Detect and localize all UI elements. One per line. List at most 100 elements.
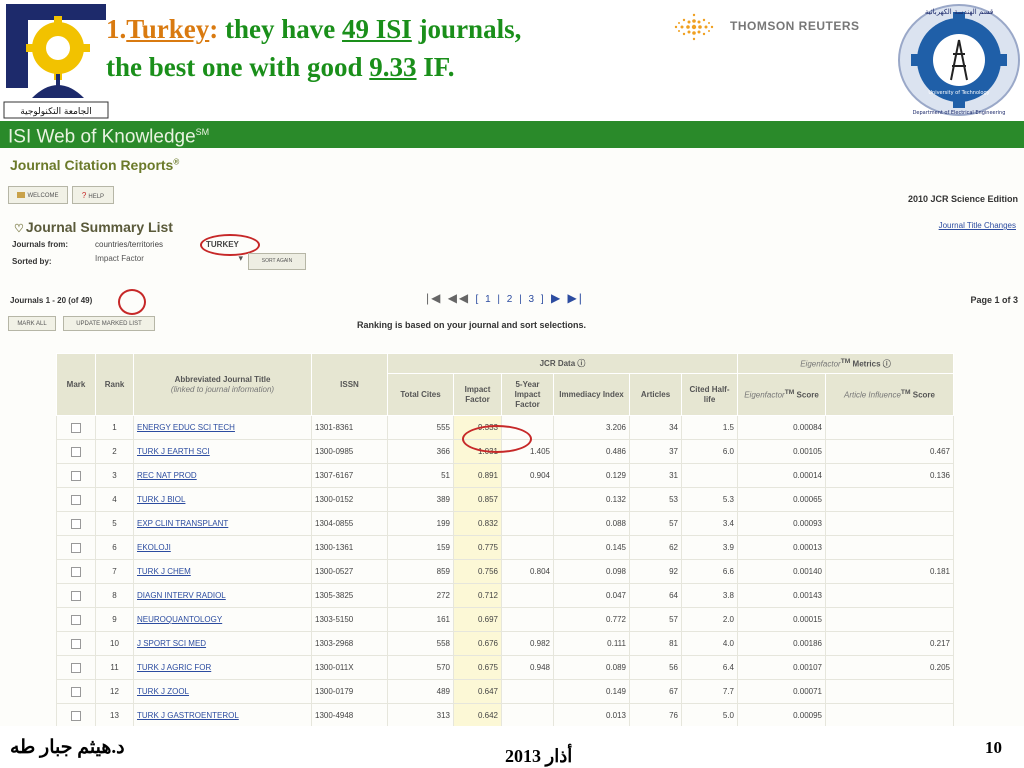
sort-select[interactable]: Impact Factor (95, 253, 245, 267)
hl-cell: 4.0 (681, 631, 738, 656)
mark-checkbox[interactable] (71, 686, 81, 697)
table-row: 11 TURK J AGRIC FOR 1300-011X 570 0.675 0.948… (56, 655, 954, 680)
hl-cell: 6.4 (681, 655, 738, 680)
journal-title-link[interactable]: TURK J GASTROENTEROL (137, 711, 239, 720)
imm-cell: 0.129 (553, 463, 630, 488)
imm-cell: 0.111 (553, 631, 630, 656)
if-cell: 0.675 (453, 655, 502, 680)
info-icon[interactable]: ⓘ (577, 359, 585, 368)
journal-title-link[interactable]: TURK J AGRIC FOR (137, 663, 211, 672)
journal-title-link[interactable]: ENERGY EDUC SCI TECH (137, 423, 235, 432)
col-eigen-score-label: Eigenfactor (744, 390, 785, 400)
mark-checkbox[interactable] (71, 566, 81, 577)
ef-cell: 0.00065 (737, 487, 826, 512)
journals-from-label: Journals from: (12, 240, 69, 249)
sort-again-button[interactable]: SORT AGAIN (248, 253, 306, 270)
journal-title-link[interactable]: TURK J BIOL (137, 495, 185, 504)
if-cell: 0.891 (453, 463, 502, 488)
rank-cell: 12 (95, 679, 134, 704)
mark-checkbox[interactable] (71, 518, 81, 529)
page-numbers[interactable]: [ 1 | 2 | 3 ] (476, 294, 546, 305)
headline-count: 49 ISI (342, 14, 412, 44)
issn-cell: 1301-8361 (311, 415, 388, 440)
journal-title-link[interactable]: REC NAT PROD (137, 471, 197, 480)
mark-checkbox[interactable] (71, 470, 81, 481)
mark-checkbox[interactable] (71, 542, 81, 553)
mark-checkbox[interactable] (71, 662, 81, 673)
rank-cell: 4 (95, 487, 134, 512)
art-cell: 31 (629, 463, 682, 488)
rank-cell: 13 (95, 703, 134, 726)
mark-checkbox[interactable] (71, 710, 81, 721)
rank-cell: 8 (95, 583, 134, 608)
home-icon (17, 192, 26, 199)
cites-cell: 558 (387, 631, 454, 656)
ai-cell (825, 607, 954, 632)
table-row: 3 REC NAT PROD 1307-6167 51 0.891 0.904 0.129 3… (56, 463, 954, 488)
mark-checkbox[interactable] (71, 590, 81, 601)
journal-title-link[interactable]: NEUROQUANTOLOGY (137, 615, 222, 624)
journal-title-link[interactable]: TURK J ZOOL (137, 687, 189, 696)
journal-title-cell: TURK J CHEM (133, 559, 312, 584)
hl-cell: 2.0 (681, 607, 738, 632)
journal-table-body: 1 ENERGY EDUC SCI TECH 1301-8361 555 9.333 3.… (56, 415, 954, 726)
col-eigen-score-sup: TM (784, 389, 795, 397)
rank-cell: 5 (95, 511, 134, 536)
eigen-group-suffix: Metrics (850, 359, 881, 369)
mark-checkbox[interactable] (71, 446, 81, 457)
mark-checkbox[interactable] (71, 494, 81, 505)
last-page-icon[interactable]: ▶| (568, 291, 584, 305)
mark-cell (56, 631, 96, 656)
update-marked-list-button[interactable]: UPDATE MARKED LIST (63, 316, 155, 331)
first-page-icon[interactable]: |◀ (426, 291, 442, 305)
col-impact-factor: Impact Factor (453, 373, 502, 416)
journal-title-link[interactable]: EKOLOJI (137, 543, 171, 552)
col-five-year: 5-Year Impact Factor (501, 373, 554, 416)
prev-page-icon[interactable]: ◀◀ (448, 291, 470, 305)
col-ai-score-suffix: Score (910, 390, 935, 400)
mark-checkbox[interactable] (71, 638, 81, 649)
if-cell: 0.712 (453, 583, 502, 608)
sorted-by-label: Sorted by: (12, 257, 52, 266)
rank-cell: 2 (95, 439, 134, 464)
art-cell: 92 (629, 559, 682, 584)
page-indicator: Page 1 of 3 (970, 295, 1018, 305)
ef-cell: 0.00014 (737, 463, 826, 488)
eigen-group: EigenfactorTM Metrics ⓘ (737, 353, 954, 374)
imm-cell: 0.149 (553, 679, 630, 704)
title-changes-link[interactable]: Journal Title Changes (939, 221, 1016, 230)
journal-title-cell: TURK J AGRIC FOR (133, 655, 312, 680)
hl-cell: 3.9 (681, 535, 738, 560)
hl-cell: 3.8 (681, 583, 738, 608)
imm-cell: 0.145 (553, 535, 630, 560)
col-title-label: Abbreviated Journal Title (174, 374, 271, 384)
mark-checkbox[interactable] (71, 614, 81, 625)
mark-cell (56, 439, 96, 464)
journal-title-cell: ENERGY EDUC SCI TECH (133, 415, 312, 440)
journal-title-link[interactable]: DIAGN INTERV RADIOL (137, 591, 226, 600)
headline-number: 1. (106, 14, 127, 44)
cites-cell: 489 (387, 679, 454, 704)
mark-cell (56, 511, 96, 536)
journal-range: Journals 1 - 20 (of 49) (10, 296, 92, 305)
art-cell: 62 (629, 535, 682, 560)
journal-title-link[interactable]: J SPORT SCI MED (137, 639, 206, 648)
journals-from-value: countries/territories (95, 240, 164, 249)
next-page-icon[interactable]: ▶ (551, 291, 562, 305)
journal-title-link[interactable]: EXP CLIN TRANSPLANT (137, 519, 228, 528)
journal-title-cell: EXP CLIN TRANSPLANT (133, 511, 312, 536)
journal-title-link[interactable]: TURK J EARTH SCI (137, 447, 210, 456)
ai-cell: 0.217 (825, 631, 954, 656)
issn-cell: 1300-0179 (311, 679, 388, 704)
rank-cell: 11 (95, 655, 134, 680)
help-button[interactable]: ? HELP (72, 186, 114, 204)
journal-title-link[interactable]: TURK J CHEM (137, 567, 191, 576)
welcome-button[interactable]: WELCOME (8, 186, 68, 204)
mark-checkbox[interactable] (71, 422, 81, 433)
headline-country: Turkey (126, 14, 210, 44)
imm-cell: 3.206 (553, 415, 630, 440)
eigen-info-icon[interactable]: ⓘ (883, 360, 891, 369)
mark-all-button[interactable]: MARK ALL (8, 316, 56, 331)
rank-cell: 7 (95, 559, 134, 584)
cites-cell: 389 (387, 487, 454, 512)
